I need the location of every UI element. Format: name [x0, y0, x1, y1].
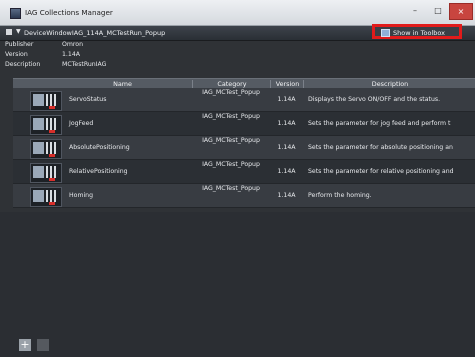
row-description: Sets the parameter for jog feed and perf…: [308, 120, 451, 127]
app-icon: [10, 8, 21, 19]
row-name: AbsolutePositioning: [69, 144, 130, 151]
screen-icon: [33, 142, 44, 154]
status-icon: [49, 178, 55, 181]
metadata-panel: Publisher Omron Version 1.14A Descriptio…: [0, 41, 475, 72]
thumbnail-icon: [30, 187, 62, 207]
thumbnail-icon: [30, 91, 62, 111]
header-name[interactable]: Name: [53, 80, 192, 88]
window-title: IAG Collections Manager: [25, 8, 113, 17]
row-category: IAG_MCTest_Popup: [202, 137, 260, 144]
publisher-label: Publisher: [5, 41, 34, 48]
row-description: Perform the homing.: [308, 192, 372, 199]
header-description[interactable]: Description: [303, 80, 475, 88]
minimize-icon[interactable]: –: [403, 3, 427, 18]
thumbnail-icon: [30, 163, 62, 183]
table-row[interactable]: Homing IAG_MCTest_Popup 1.14A Perform th…: [13, 184, 475, 208]
row-name: Homing: [69, 192, 94, 199]
show-in-toolbox-button[interactable]: Show in Toolbox: [372, 24, 462, 39]
grid-icon: [46, 142, 58, 154]
publisher-value: Omron: [62, 41, 84, 48]
add-button[interactable]: +: [19, 339, 31, 351]
thumbnail-icon: [30, 115, 62, 135]
status-icon: [49, 130, 55, 133]
screen-icon: [33, 166, 44, 178]
grid-icon: [46, 118, 58, 130]
status-icon: [49, 106, 55, 109]
collapse-icon[interactable]: [6, 29, 12, 35]
description-value: MCTestRunIAG: [62, 61, 107, 68]
screen-icon: [33, 190, 44, 202]
version-value: 1.14A: [62, 51, 81, 58]
close-icon[interactable]: ×: [449, 3, 473, 20]
row-category: IAG_MCTest_Popup: [202, 89, 260, 96]
screen-icon: [33, 94, 44, 106]
toolbox-icon: [381, 29, 390, 37]
chevron-down-icon[interactable]: ▼: [16, 28, 21, 35]
row-category: IAG_MCTest_Popup: [202, 161, 260, 168]
table-row[interactable]: RelativePositioning IAG_MCTest_Popup 1.1…: [13, 160, 475, 184]
row-version: 1.14A: [277, 120, 296, 127]
empty-area: [0, 212, 475, 357]
grid-icon: [46, 190, 58, 202]
table-row[interactable]: JogFeed IAG_MCTest_Popup 1.14A Sets the …: [13, 112, 475, 136]
row-version: 1.14A: [277, 96, 296, 103]
row-version: 1.14A: [277, 168, 296, 175]
status-icon: [49, 154, 55, 157]
row-category: IAG_MCTest_Popup: [202, 113, 260, 120]
header-version[interactable]: Version: [270, 80, 304, 88]
device-title: DeviceWindowIAG_114A_MCTestRun_Popup: [24, 29, 166, 37]
grid-icon: [46, 94, 58, 106]
row-name: RelativePositioning: [69, 168, 128, 175]
maximize-icon[interactable]: □: [427, 3, 449, 18]
remove-button[interactable]: [37, 339, 49, 351]
version-label: Version: [5, 51, 28, 58]
table-row[interactable]: ServoStatus IAG_MCTest_Popup 1.14A Displ…: [13, 88, 475, 112]
header-category[interactable]: Category: [192, 80, 271, 88]
row-category: IAG_MCTest_Popup: [202, 185, 260, 192]
row-name: JogFeed: [69, 120, 94, 127]
row-name: ServoStatus: [69, 96, 107, 103]
window-title-bar: IAG Collections Manager – □ ×: [0, 0, 475, 26]
grid-icon: [46, 166, 58, 178]
thumbnail-icon: [30, 139, 62, 159]
description-label: Description: [5, 61, 41, 68]
row-version: 1.14A: [277, 192, 296, 199]
row-version: 1.14A: [277, 144, 296, 151]
table-row[interactable]: AbsolutePositioning IAG_MCTest_Popup 1.1…: [13, 136, 475, 160]
row-description: Displays the Servo ON/OFF and the status…: [308, 96, 441, 103]
row-description: Sets the parameter for relative position…: [308, 168, 454, 175]
row-description: Sets the parameter for absolute position…: [308, 144, 453, 151]
screen-icon: [33, 118, 44, 130]
toolbox-label: Show in Toolbox: [393, 29, 445, 37]
status-icon: [49, 202, 55, 205]
